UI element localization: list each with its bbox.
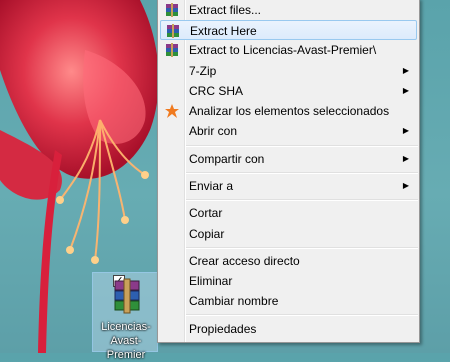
menu-item-label: Abrir con — [189, 124, 238, 138]
menu-item-label: CRC SHA — [189, 84, 244, 98]
submenu-arrow-icon: ▶ — [402, 181, 409, 190]
menu-separator — [186, 247, 418, 249]
winrar-icon — [166, 3, 178, 17]
submenu-arrow-icon: ▶ — [402, 86, 409, 95]
submenu-arrow-icon: ▶ — [402, 154, 409, 163]
menu-item-extract-here[interactable]: Extract Here — [160, 20, 417, 40]
menu-item-avast-scan[interactable]: Analizar los elementos seleccionados — [160, 101, 417, 121]
menu-separator — [186, 172, 418, 174]
menu-item-copiar[interactable]: Copiar — [160, 224, 417, 244]
menu-item-crc-sha[interactable]: CRC SHA ▶ — [160, 81, 417, 101]
menu-item-label: Cortar — [189, 206, 223, 220]
menu-item-label: 7-Zip — [189, 64, 217, 78]
menu-item-label: Extract Here — [190, 24, 257, 38]
submenu-arrow-icon: ▶ — [402, 126, 409, 135]
winrar-archive-icon — [114, 278, 140, 314]
menu-item-compartir-con[interactable]: Compartir con ▶ — [160, 149, 417, 169]
winrar-icon — [166, 43, 178, 57]
menu-item-label: Propiedades — [189, 322, 257, 336]
menu-separator — [186, 314, 418, 316]
menu-separator — [186, 145, 418, 147]
menu-item-label: Extract files... — [189, 3, 262, 17]
menu-item-eliminar[interactable]: Eliminar — [160, 271, 417, 291]
menu-item-crear-acceso-directo[interactable]: Crear acceso directo — [160, 251, 417, 271]
menu-separator — [186, 199, 418, 201]
menu-item-enviar-a[interactable]: Enviar a ▶ — [160, 176, 417, 196]
menu-item-cortar[interactable]: Cortar — [160, 203, 417, 223]
submenu-arrow-icon: ▶ — [402, 66, 409, 75]
menu-item-label: Compartir con — [189, 152, 265, 166]
avast-icon — [165, 104, 179, 118]
winrar-icon — [167, 24, 179, 38]
context-menu: Extract files... Extract Here Extract to… — [157, 0, 420, 343]
menu-item-label: Cambiar nombre — [189, 294, 279, 308]
menu-item-label: Crear acceso directo — [189, 254, 300, 268]
menu-item-abrir-con[interactable]: Abrir con ▶ — [160, 121, 417, 141]
menu-item-label: Copiar — [189, 227, 225, 241]
menu-item-extract-to-folder[interactable]: Extract to Licencias-Avast-Premier\ — [160, 40, 417, 60]
menu-item-7zip[interactable]: 7-Zip ▶ — [160, 61, 417, 81]
menu-item-label: Extract to Licencias-Avast-Premier\ — [189, 43, 377, 57]
menu-item-cambiar-nombre[interactable]: Cambiar nombre — [160, 291, 417, 311]
desktop-file-licencias-avast-premier[interactable]: ✓ Licencias-Avast- Premier — [92, 272, 158, 361]
menu-item-propiedades[interactable]: Propiedades — [160, 319, 417, 339]
menu-item-label: Enviar a — [189, 179, 234, 193]
menu-item-extract-files[interactable]: Extract files... — [160, 0, 417, 20]
menu-item-label: Analizar los elementos seleccionados — [189, 104, 390, 118]
desktop-file-label: Licencias-Avast- Premier — [101, 321, 151, 361]
menu-item-label: Eliminar — [189, 274, 233, 288]
